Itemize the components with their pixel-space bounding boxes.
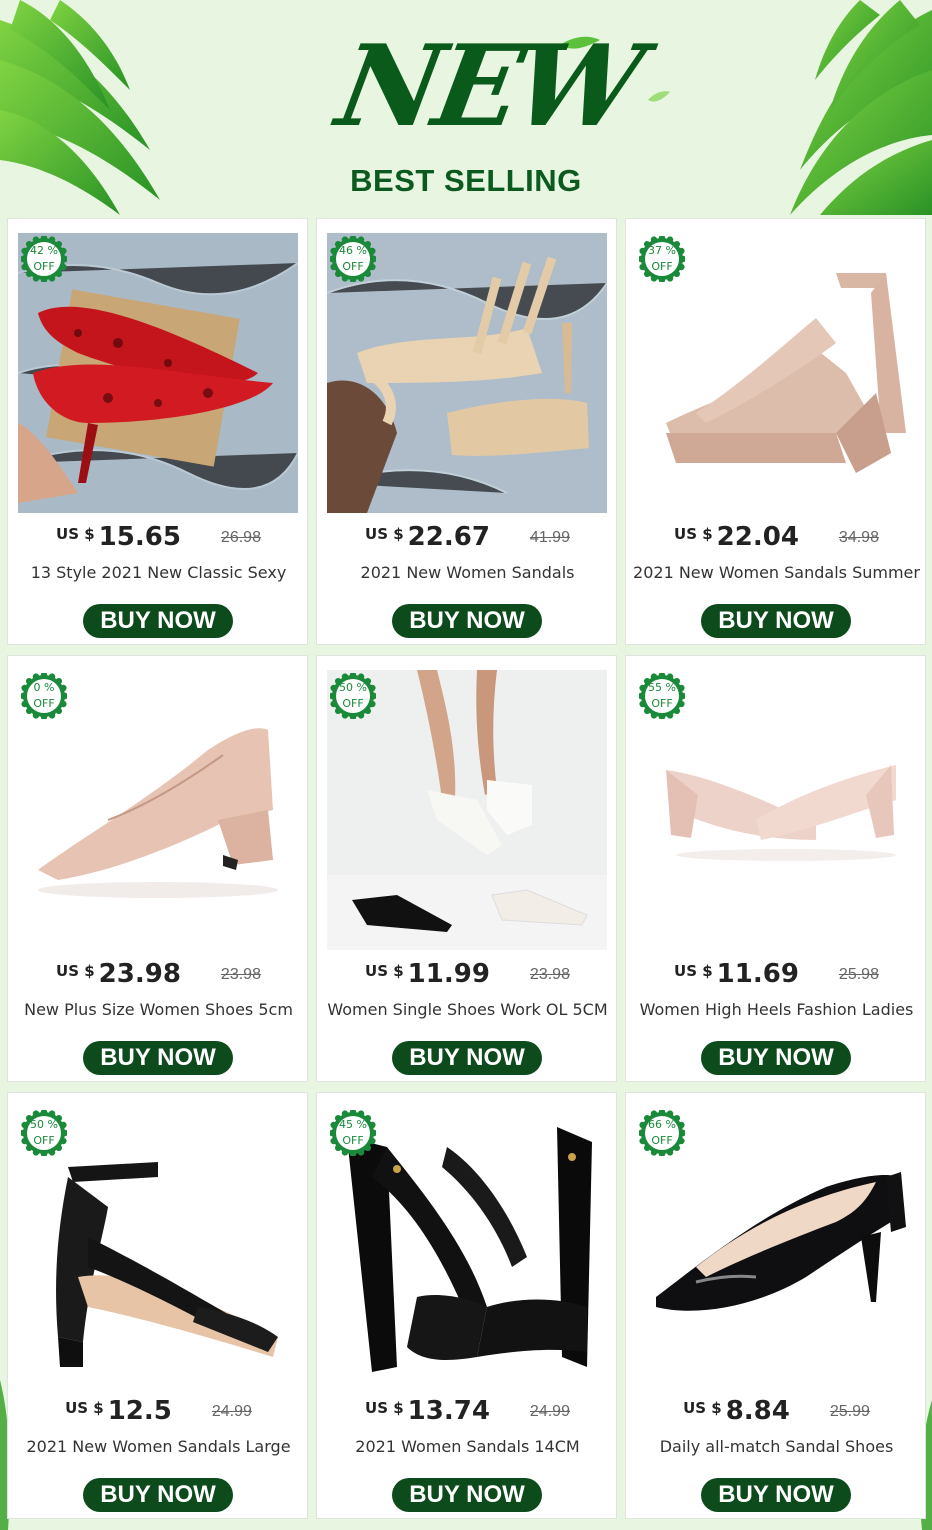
price-row: US $13.74 24.99 (317, 1396, 618, 1432)
discount-off-label: OFF (33, 697, 55, 710)
product-card[interactable]: 42 % OFF US $15.65 26.98 13 Style 2021 Ne… (7, 218, 308, 645)
price-row: US $8.84 25.99 (626, 1396, 927, 1432)
product-card[interactable]: 55 % OFF US $11.69 25.98 Women High Heels… (625, 655, 926, 1082)
product-title[interactable]: 2021 New Women Sandals (317, 563, 618, 582)
buy-now-button[interactable]: BUY NOW (83, 1041, 233, 1075)
sale-price: 22.04 (716, 522, 799, 552)
original-price: 26.98 (220, 529, 261, 546)
product-card[interactable]: 0 % OFF US $23.98 23.98 New Plus Size Wom… (7, 655, 308, 1082)
discount-badge: 42 % OFF (19, 234, 69, 284)
discount-off-label: OFF (651, 697, 673, 710)
original-price: 25.98 (838, 966, 879, 983)
original-price: 23.98 (529, 966, 570, 983)
currency-label: US $ (365, 962, 404, 980)
discount-off-label: OFF (33, 260, 55, 273)
banner-header: NEW BEST SELLING (0, 0, 932, 215)
buy-now-button[interactable]: BUY NOW (83, 604, 233, 638)
currency-label: US $ (56, 525, 95, 543)
brand-word-new: NEW (328, 21, 648, 152)
product-card[interactable]: 46 % OFF US $22.67 41.99 2021 New Women S… (316, 218, 617, 645)
discount-badge: 66 % OFF (637, 1108, 687, 1158)
original-price: 25.99 (829, 1403, 870, 1420)
discount-badge: 55 % OFF (637, 671, 687, 721)
price-row: US $22.04 34.98 (626, 522, 927, 558)
discount-off-label: OFF (651, 1134, 673, 1147)
product-title[interactable]: Women High Heels Fashion Ladies (626, 1000, 927, 1019)
product-title[interactable]: Women Single Shoes Work OL 5CM (317, 1000, 618, 1019)
product-card[interactable]: 50 % OFF US $12.5 24.99 2021 New Women Sa… (7, 1092, 308, 1519)
discount-percent: 55 % (648, 681, 676, 694)
product-card[interactable]: 50 % OFF US $11.99 23.98 Women Single Sho… (316, 655, 617, 1082)
discount-percent: 37 % (648, 244, 676, 257)
product-card[interactable]: 45 % OFF US $13.74 24.99 2021 Women Sanda… (316, 1092, 617, 1519)
product-card[interactable]: 66 % OFF US $8.84 25.99 Daily all-match S… (625, 1092, 926, 1519)
currency-label: US $ (674, 525, 713, 543)
currency-label: US $ (683, 1399, 722, 1417)
discount-badge: 50 % OFF (19, 1108, 69, 1158)
sale-price: 15.65 (98, 522, 181, 552)
discount-percent: 45 % (339, 1118, 367, 1131)
banner-subtitle: BEST SELLING (350, 163, 582, 198)
buy-now-button[interactable]: BUY NOW (701, 1478, 851, 1512)
buy-now-button[interactable]: BUY NOW (392, 1041, 542, 1075)
discount-percent: 50 % (30, 1118, 58, 1131)
original-price: 23.98 (220, 966, 261, 983)
discount-off-label: OFF (342, 697, 364, 710)
buy-now-button[interactable]: BUY NOW (83, 1478, 233, 1512)
currency-label: US $ (674, 962, 713, 980)
discount-badge: 50 % OFF (328, 671, 378, 721)
product-card[interactable]: 37 % OFF US $22.04 34.98 2021 New Women S… (625, 218, 926, 645)
sale-price: 22.67 (407, 522, 490, 552)
discount-percent: 42 % (30, 244, 58, 257)
original-price: 24.99 (529, 1403, 570, 1420)
product-title[interactable]: 2021 Women Sandals 14CM (317, 1437, 618, 1456)
buy-now-button[interactable]: BUY NOW (392, 1478, 542, 1512)
price-row: US $23.98 23.98 (8, 959, 309, 995)
sale-price: 13.74 (407, 1396, 490, 1426)
product-title[interactable]: 2021 New Women Sandals Large (8, 1437, 309, 1456)
buy-now-button[interactable]: BUY NOW (701, 604, 851, 638)
discount-badge: 0 % OFF (19, 671, 69, 721)
original-price: 41.99 (529, 529, 570, 546)
product-title[interactable]: 13 Style 2021 New Classic Sexy (8, 563, 309, 582)
sale-price: 11.69 (716, 959, 799, 989)
original-price: 34.98 (838, 529, 879, 546)
discount-badge: 46 % OFF (328, 234, 378, 284)
original-price: 24.99 (211, 1403, 252, 1420)
price-row: US $11.69 25.98 (626, 959, 927, 995)
price-row: US $15.65 26.98 (8, 522, 309, 558)
sale-price: 8.84 (725, 1396, 790, 1426)
discount-off-label: OFF (33, 1134, 55, 1147)
discount-percent: 66 % (648, 1118, 676, 1131)
sale-price: 23.98 (98, 959, 181, 989)
discount-off-label: OFF (651, 260, 673, 273)
price-row: US $12.5 24.99 (8, 1396, 309, 1432)
buy-now-button[interactable]: BUY NOW (392, 604, 542, 638)
currency-label: US $ (65, 1399, 104, 1417)
discount-badge: 37 % OFF (637, 234, 687, 284)
currency-label: US $ (365, 525, 404, 543)
sale-price: 12.5 (107, 1396, 172, 1426)
price-row: US $11.99 23.98 (317, 959, 618, 995)
buy-now-button[interactable]: BUY NOW (701, 1041, 851, 1075)
discount-off-label: OFF (342, 260, 364, 273)
product-title[interactable]: New Plus Size Women Shoes 5cm (8, 1000, 309, 1019)
discount-percent: 0 % (33, 681, 55, 694)
discount-percent: 46 % (339, 244, 367, 257)
price-row: US $22.67 41.99 (317, 522, 618, 558)
product-grid: 42 % OFF US $15.65 26.98 13 Style 2021 Ne… (7, 218, 927, 1528)
product-title[interactable]: Daily all-match Sandal Shoes (626, 1437, 927, 1456)
discount-badge: 45 % OFF (328, 1108, 378, 1158)
currency-label: US $ (56, 962, 95, 980)
product-title[interactable]: 2021 New Women Sandals Summer (626, 563, 927, 582)
currency-label: US $ (365, 1399, 404, 1417)
discount-percent: 50 % (339, 681, 367, 694)
sale-price: 11.99 (407, 959, 490, 989)
discount-off-label: OFF (342, 1134, 364, 1147)
